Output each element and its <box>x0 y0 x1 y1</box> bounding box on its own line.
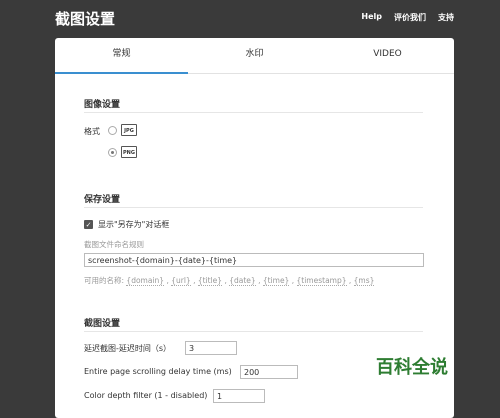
token-time: {time} <box>262 276 290 286</box>
token-ms: {ms} <box>353 276 375 286</box>
tab-video[interactable]: VIDEO <box>321 38 454 73</box>
token-timestamp: {timestamp} <box>296 276 347 286</box>
token-domain: {domain} <box>126 276 165 286</box>
format-png-radio[interactable] <box>108 148 117 157</box>
page-title: 截图设置 <box>55 10 116 28</box>
filename-rule-label: 截图文件命名规则 <box>84 240 144 249</box>
format-jpg-radio[interactable] <box>108 126 117 135</box>
scroll-delay-input[interactable] <box>240 365 298 379</box>
token-title: {title} <box>197 276 223 286</box>
tab-general[interactable]: 常规 <box>55 38 188 74</box>
available-names-label: 可用的名称: <box>84 276 125 285</box>
format-label: 格式 <box>84 127 100 136</box>
save-settings-title: 保存设置 <box>84 192 424 208</box>
top-nav: Help 评价我们 支持 <box>361 12 454 23</box>
help-link[interactable]: Help <box>361 12 382 23</box>
color-depth-input[interactable] <box>213 389 265 403</box>
rate-us-link[interactable]: 评价我们 <box>394 12 426 23</box>
watermark-subtitle: 助你轻松解决 <box>381 382 447 395</box>
tab-bar: 常规 水印 VIDEO <box>55 38 454 74</box>
support-link[interactable]: 支持 <box>438 12 454 23</box>
token-url: {url} <box>171 276 191 286</box>
delay-label: 延迟截图-延迟时间（s） <box>84 344 172 353</box>
top-bar: 截图设置 Help 评价我们 支持 <box>0 0 500 36</box>
show-save-dialog-label: 显示"另存为"对话框 <box>98 220 170 229</box>
capture-settings-title: 截图设置 <box>84 316 424 332</box>
delay-input[interactable] <box>185 341 237 355</box>
color-depth-label: Color depth filter (1 - disabled) <box>84 391 208 400</box>
png-file-icon: PNG <box>121 146 137 158</box>
tab-watermark[interactable]: 水印 <box>188 38 321 73</box>
available-names: 可用的名称: {domain} , {url} , {title} , {dat… <box>84 276 375 286</box>
watermark-title: 百科全说 <box>376 357 448 378</box>
image-settings-title: 图像设置 <box>84 97 424 113</box>
token-date: {date} <box>229 276 256 286</box>
jpg-file-icon: JPG <box>121 124 137 136</box>
filename-rule-input[interactable] <box>84 253 424 267</box>
show-save-dialog-checkbox[interactable]: ✓ <box>84 220 93 229</box>
scroll-delay-label: Entire page scrolling delay time (ms) <box>84 367 232 376</box>
